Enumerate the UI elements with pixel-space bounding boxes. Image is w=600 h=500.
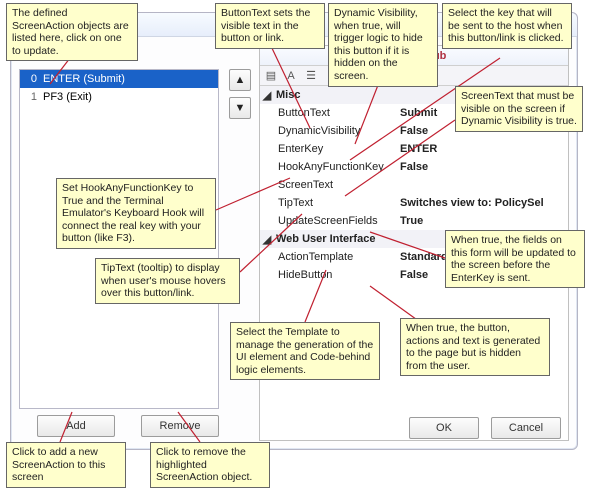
arrow-down-icon: ▼ <box>235 102 246 114</box>
alphabetical-icon[interactable]: A <box>284 69 298 83</box>
arrow-up-icon: ▲ <box>235 74 246 86</box>
property-name: HookAnyFunctionKey <box>260 161 400 173</box>
list-item[interactable]: 0 ENTER (Submit) <box>20 70 218 88</box>
property-row[interactable]: HookAnyFunctionKeyFalse <box>260 158 568 176</box>
property-name: UpdateScreenFields <box>260 215 400 227</box>
property-value[interactable]: Switches view to: PolicySel <box>400 197 568 209</box>
list-item-label: PF3 (Exit) <box>43 91 92 103</box>
dialog-buttons: OK Cancel <box>409 417 561 439</box>
property-name: DynamicVisibility <box>260 125 400 137</box>
property-name: TipText <box>260 197 400 209</box>
annotation-remove: Click to remove the highlighted ScreenAc… <box>150 442 270 488</box>
property-row[interactable]: ScreenText <box>260 176 568 194</box>
annotation-template: Select the Template to manage the genera… <box>230 322 380 380</box>
remove-button[interactable]: Remove <box>141 415 219 437</box>
collapse-icon: ◢ <box>262 233 272 246</box>
annotation-tiptext: TipText (tooltip) to display when user's… <box>95 258 240 304</box>
move-up-button[interactable]: ▲ <box>229 69 251 91</box>
property-name: ButtonText <box>260 107 400 119</box>
property-section-title: Misc <box>276 89 300 101</box>
move-down-button[interactable]: ▼ <box>229 97 251 119</box>
property-section-title: Web User Interface <box>276 233 375 245</box>
annotation-buttontext: ButtonText sets the visible text in the … <box>215 3 325 49</box>
cancel-button[interactable]: Cancel <box>491 417 561 439</box>
property-row[interactable]: EnterKeyENTER <box>260 140 568 158</box>
reorder-controls: ▲ ▼ <box>229 69 251 125</box>
property-name: ActionTemplate <box>260 251 400 263</box>
list-item-label: ENTER (Submit) <box>43 73 125 85</box>
property-row[interactable]: TipTextSwitches view to: PolicySel <box>260 194 568 212</box>
property-name: ScreenText <box>260 179 400 191</box>
add-button[interactable]: Add <box>37 415 115 437</box>
annotation-screentext: ScreenText that must be visible on the s… <box>455 86 583 132</box>
list-buttons: Add Remove <box>37 415 219 437</box>
property-row[interactable]: UpdateScreenFieldsTrue <box>260 212 568 230</box>
annotation-dynvis: Dynamic Visibility, when true, will trig… <box>328 3 438 87</box>
annotation-list: The defined ScreenAction objects are lis… <box>6 3 138 61</box>
annotation-add: Click to add a new ScreenAction to this … <box>6 442 126 488</box>
properties-icon[interactable]: ☰ <box>304 69 318 83</box>
annotation-enterkey: Select the key that will be sent to the … <box>442 3 572 49</box>
categorized-icon[interactable]: ▤ <box>264 69 278 83</box>
property-value[interactable]: ENTER <box>400 143 568 155</box>
annotation-hook: Set HookAnyFunctionKey to True and the T… <box>56 178 216 249</box>
ok-button[interactable]: OK <box>409 417 479 439</box>
list-item[interactable]: 1 PF3 (Exit) <box>20 88 218 106</box>
property-name: EnterKey <box>260 143 400 155</box>
property-name: HideButton <box>260 269 400 281</box>
property-value[interactable]: False <box>400 161 568 173</box>
list-item-index: 1 <box>26 91 37 103</box>
collapse-icon: ◢ <box>262 89 272 102</box>
annotation-update: When true, the fields on this form will … <box>445 230 585 288</box>
list-item-index: 0 <box>26 73 37 85</box>
annotation-hide: When true, the button, actions and text … <box>400 318 550 376</box>
property-value[interactable]: True <box>400 215 568 227</box>
